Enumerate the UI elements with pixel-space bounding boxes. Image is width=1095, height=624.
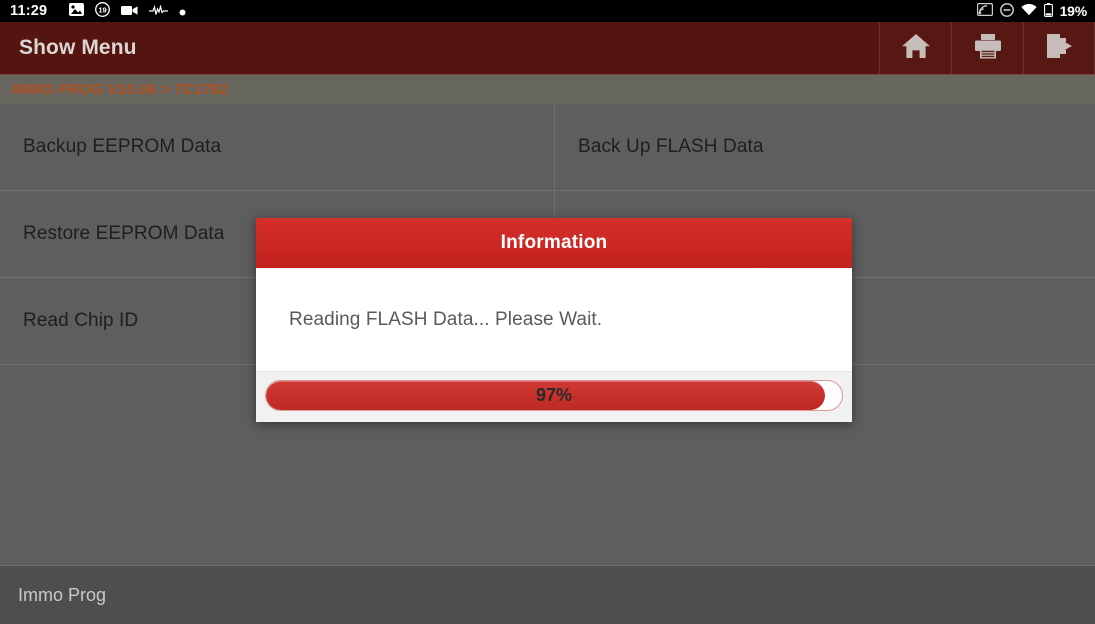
do-not-disturb-icon: [999, 2, 1014, 20]
status-clock: 11:29: [10, 3, 48, 19]
menu-item-label: Backup EEPROM Data: [23, 136, 222, 157]
menu-item-label: Read Chip ID: [23, 310, 139, 331]
menu-item-label: Back Up FLASH Data: [578, 136, 764, 157]
menu-item-label: Restore EEPROM Data: [23, 223, 225, 244]
information-dialog: Information Reading FLASH Data... Please…: [256, 218, 852, 422]
exit-button[interactable]: [1023, 22, 1095, 74]
heartbeat-icon: [149, 3, 169, 19]
toolbar: [879, 22, 1095, 74]
status-right-icons: 19%: [976, 2, 1088, 20]
menu-item-back-up-flash-data[interactable]: Back Up FLASH Data: [555, 104, 1095, 190]
printer-icon: [973, 32, 1003, 65]
android-status-bar: 11:29 19 19%: [0, 0, 1095, 22]
notification-count-icon: 19: [95, 2, 111, 20]
image-icon: [69, 3, 85, 19]
dialog-header: Information: [256, 218, 852, 268]
progress-bar: 97%: [265, 380, 843, 411]
dialog-body: Reading FLASH Data... Please Wait.: [256, 268, 852, 371]
dialog-message: Reading FLASH Data... Please Wait.: [289, 308, 603, 330]
exit-icon: [1044, 32, 1074, 65]
home-icon: [901, 32, 931, 65]
menu-item-backup-eeprom-data[interactable]: Backup EEPROM Data: [0, 104, 555, 190]
cast-screen-icon: [976, 3, 993, 19]
video-camera-icon: [121, 3, 138, 19]
bottom-status-bar: Immo Prog: [0, 565, 1095, 624]
svg-text:19: 19: [99, 6, 107, 15]
status-left-icons: 19: [69, 2, 186, 20]
battery-percent-label: 19%: [1059, 3, 1088, 19]
dialog-title: Information: [500, 232, 608, 253]
home-button[interactable]: [879, 22, 951, 74]
wifi-icon: [1020, 3, 1037, 19]
progress-percent-label: 97%: [535, 385, 573, 405]
bottom-status-label: Immo Prog: [18, 584, 107, 605]
breadcrumb-text: IMMO PROG V10.06 > TC1782: [12, 81, 229, 98]
dialog-footer: 97%: [256, 371, 852, 422]
page-title: Show Menu: [19, 36, 137, 59]
dot-icon: [179, 3, 186, 19]
print-button[interactable]: [951, 22, 1023, 74]
menu-row: Backup EEPROM Data Back Up FLASH Data: [0, 104, 1095, 191]
battery-icon: [1043, 2, 1053, 20]
breadcrumb: IMMO PROG V10.06 > TC1782: [0, 74, 1095, 104]
app-title-bar: Show Menu: [0, 22, 1095, 74]
